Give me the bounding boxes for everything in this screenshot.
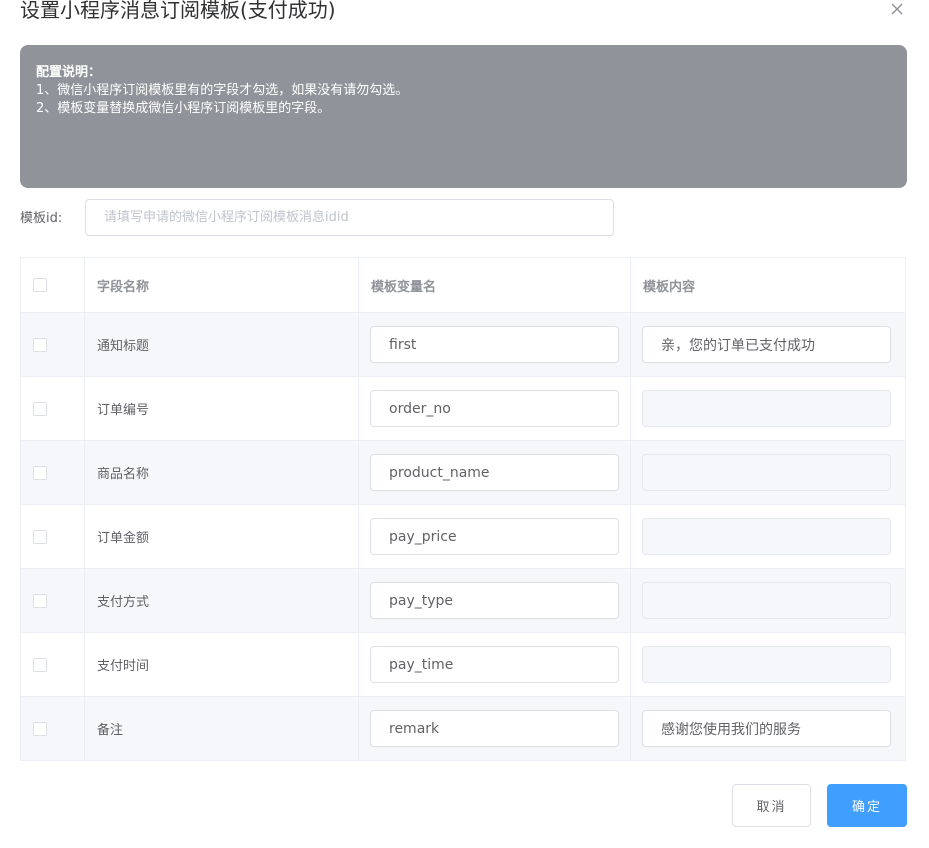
variable-name-input[interactable] — [370, 454, 619, 491]
variable-name-input[interactable] — [370, 710, 619, 747]
row-select-cell — [20, 632, 85, 697]
variable-name-cell — [358, 632, 631, 697]
field-name: 支付方式 — [97, 595, 150, 610]
template-content-input — [642, 646, 891, 683]
template-content-input — [642, 390, 891, 427]
table-row: 通知标题 — [20, 312, 906, 377]
table-row: 支付方式 — [20, 568, 906, 633]
template-id-input[interactable] — [85, 199, 614, 236]
header-template-content: 模板内容 — [630, 257, 906, 313]
row-select-cell — [20, 696, 85, 761]
template-content-cell — [630, 568, 906, 633]
variable-name-cell — [358, 312, 631, 377]
variable-name-cell — [358, 376, 631, 441]
row-checkbox[interactable] — [33, 465, 47, 480]
row-checkbox[interactable] — [33, 721, 47, 736]
variable-name-input[interactable] — [370, 390, 619, 427]
table-row: 支付时间 — [20, 632, 906, 697]
template-content-cell — [630, 696, 906, 761]
row-select-cell — [20, 312, 85, 377]
table-row: 备注 — [20, 696, 906, 761]
variable-name-input[interactable] — [370, 582, 619, 619]
notice-line-1: 1、微信小程序订阅模板里有的字段才勾选，如果没有请勿勾选。 — [36, 83, 409, 98]
variable-name-cell — [358, 696, 631, 761]
field-name: 备注 — [97, 723, 124, 738]
row-checkbox[interactable] — [33, 529, 47, 544]
table-header-row: 字段名称 模板变量名 模板内容 — [20, 257, 906, 313]
field-name-cell: 支付方式 — [84, 568, 359, 633]
notice-heading: 配置说明： — [36, 65, 102, 80]
template-content-input[interactable] — [642, 326, 891, 363]
select-all-checkbox[interactable] — [33, 278, 47, 292]
row-checkbox[interactable] — [33, 401, 47, 416]
variable-name-cell — [358, 440, 631, 505]
template-content-cell — [630, 376, 906, 441]
table-row: 商品名称 — [20, 440, 906, 505]
field-name-cell: 通知标题 — [84, 312, 359, 377]
row-select-cell — [20, 504, 85, 569]
header-variable-name: 模板变量名 — [358, 257, 631, 313]
row-select-cell — [20, 376, 85, 441]
cancel-button[interactable]: 取消 — [732, 784, 811, 827]
template-id-label: 模板id: — [20, 211, 63, 226]
field-name-cell: 支付时间 — [84, 632, 359, 697]
template-content-cell — [630, 504, 906, 569]
field-name-cell: 订单金额 — [84, 504, 359, 569]
variable-name-input[interactable] — [370, 518, 619, 555]
row-checkbox[interactable] — [33, 657, 47, 672]
row-select-cell — [20, 440, 85, 505]
confirm-button[interactable]: 确定 — [827, 784, 907, 827]
field-name: 支付时间 — [97, 659, 150, 674]
field-name-cell: 商品名称 — [84, 440, 359, 505]
variable-name-input[interactable] — [370, 326, 619, 363]
config-notice: 配置说明： 1、微信小程序订阅模板里有的字段才勾选，如果没有请勿勾选。 2、模板… — [20, 45, 907, 188]
field-name-cell: 备注 — [84, 696, 359, 761]
field-name: 订单编号 — [97, 403, 150, 418]
close-icon[interactable] — [888, 0, 906, 18]
row-select-cell — [20, 568, 85, 633]
variable-name-cell — [358, 504, 631, 569]
field-table: 字段名称 模板变量名 模板内容 通知标题订单编号商品名称订单金额支付方式支付时间… — [20, 257, 906, 761]
template-content-input[interactable] — [642, 710, 891, 747]
notice-line-2: 2、模板变量替换成微信小程序订阅模板里的字段。 — [36, 101, 331, 116]
header-select-all — [20, 257, 85, 313]
field-name: 通知标题 — [97, 339, 150, 354]
row-checkbox[interactable] — [33, 337, 47, 352]
field-name: 商品名称 — [97, 467, 150, 482]
table-row: 订单编号 — [20, 376, 906, 441]
template-content-input — [642, 518, 891, 555]
table-row: 订单金额 — [20, 504, 906, 569]
field-name-cell: 订单编号 — [84, 376, 359, 441]
dialog-title: 设置小程序消息订阅模板(支付成功) — [20, 0, 336, 22]
field-name: 订单金额 — [97, 531, 150, 546]
variable-name-input[interactable] — [370, 646, 619, 683]
template-content-cell — [630, 312, 906, 377]
template-content-input — [642, 454, 891, 491]
row-checkbox[interactable] — [33, 593, 47, 608]
variable-name-cell — [358, 568, 631, 633]
template-content-cell — [630, 440, 906, 505]
template-content-cell — [630, 632, 906, 697]
header-field-name: 字段名称 — [84, 257, 359, 313]
template-content-input — [642, 582, 891, 619]
